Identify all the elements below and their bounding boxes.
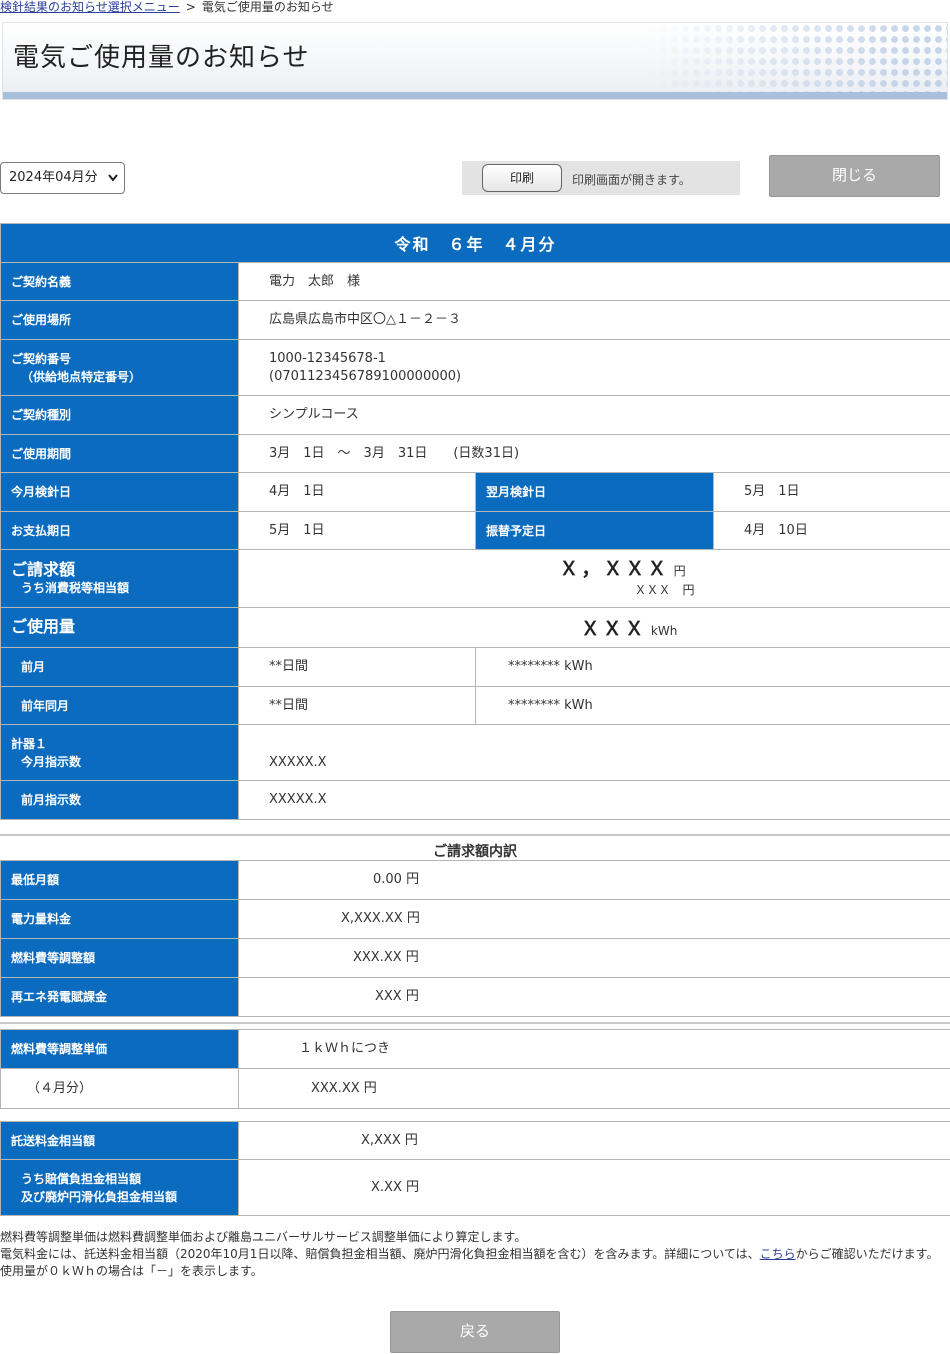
breadcrumb-separator: > [185,0,196,14]
page-header: 電気ご使用量のお知らせ [2,22,948,100]
breakdown-title: ご請求額内訳 [433,844,517,860]
this-meter-date-value: 4月 1日 [238,472,476,512]
usage-amount: ＸＸＸ [580,618,647,640]
transmission-value: X,XXX 円 [238,1121,950,1160]
compensation-label-line1: うち賠償負担金相当額 [21,1171,142,1186]
contract-name-value: 電力 太郎 様 [237,262,950,301]
contract-name-label: ご契約名義 [0,262,239,301]
breakdown-label: 最低月額 [0,860,239,900]
print-button[interactable]: 印刷 [482,164,562,192]
contract-number-label-main: ご契約番号 [11,351,72,366]
contract-number: 1000-12345678-1 [269,350,386,366]
fuel-unit-per-kwh: １ｋＷｈにつき [238,1029,950,1069]
note-line: 使用量が０ｋＷｈの場合は「－」を表示します。 [0,1264,263,1278]
back-button[interactable]: 戻る [390,1311,560,1353]
prev-year-days: **日間 [238,686,476,725]
note-line: 電気料金には、託送料金相当額（2020年10月1日以降、賠償負担金相当額、廃炉円… [0,1246,945,1263]
this-reading-value: XXXXX.X [237,724,950,781]
close-button[interactable]: 閉じる [769,155,940,197]
compensation-label-line2: 及び廃炉円滑化負担金相当額 [21,1189,178,1204]
fuel-unit-value: XXX.XX 円 [238,1068,950,1109]
breadcrumb-current: 電気ご使用量のお知らせ [201,0,334,14]
tax-amount: ＸＸＸ 円 [634,583,695,597]
location-label: ご使用場所 [0,300,239,340]
prev-month-days: **日間 [238,647,476,687]
prev-year-kwh: ******** kWh [474,686,950,725]
supply-point-number: (0701123456789100000000) [269,368,462,384]
note-line: 燃料費等調整単価は燃料費調整単価および離島ユニバーサルサービス調整単価により算定… [0,1230,527,1244]
details-link[interactable]: こちら [760,1247,796,1261]
usage-value: ＸＸＸ kWh [237,607,950,648]
contract-number-value: 1000-12345678-1 (0701123456789100000000) [237,339,950,396]
note-text: からご確認いただけます。 [795,1247,939,1261]
note-text: 電気料金には、託送料金相当額（2020年10月1日以降、賠償負担金相当額、廃炉円… [0,1247,760,1261]
breadcrumb-link-menu[interactable]: 検針結果のお知らせ選択メニュー [0,0,180,14]
usage-info-table: 令和 ６年 ４月分 ご契約名義 電力 太郎 様 ご使用場所 広島県広島市中区〇△… [0,223,950,820]
page-title: 電気ご使用量のお知らせ [13,43,310,73]
usage-period-value: 3月 1日 ～ 3月 31日 (日数31日) [237,434,950,473]
print-area: 印刷 印刷画面が開きます。 [462,161,740,195]
usage-period-label: ご使用期間 [0,434,239,473]
month-select-value: 2024年04月分 [9,170,98,185]
transmission-label: 託送料金相当額 [0,1121,239,1160]
header-dot-pattern [647,23,947,95]
month-select[interactable]: 2024年04月分 [0,162,125,194]
meter-label: 計器１ [11,736,48,751]
prev-month-label: 前月 [0,647,239,687]
this-reading-label: 今月指示数 [21,754,82,769]
breakdown-label: 電力量料金 [0,899,239,939]
prev-year-label: 前年同月 [0,686,239,725]
usage-label: ご使用量 [0,607,239,648]
notes: 燃料費等調整単価は燃料費調整単価および離島ユニバーサルサービス調整単価により算定… [0,1229,945,1280]
compensation-value: X.XX 円 [238,1159,950,1216]
chevron-down-icon [108,163,118,205]
contract-type-value: シンプルコース [237,395,950,435]
next-meter-date-value: 5月 1日 [712,472,950,512]
billing-amount: Ｘ，ＸＸＸ [559,558,670,580]
billing-amount-value: Ｘ，ＸＸＸ 円 ＸＸＸ 円 [237,549,950,608]
payment-due-label: お支払期日 [0,511,239,550]
payment-due-value: 5月 1日 [238,511,476,550]
fuel-unit-label: 燃料費等調整単価 [0,1029,239,1069]
prev-reading-value: XXXXX.X [237,780,950,820]
usage-label-text: ご使用量 [11,617,76,636]
prev-reading-label: 前月指示数 [0,780,239,820]
section-divider [0,834,950,836]
section-divider [0,1022,950,1024]
billing-label: ご請求額 [11,559,76,579]
compensation-label: うち賠償負担金相当額 及び廃炉円滑化負担金相当額 [0,1159,239,1216]
fuel-unit-table: 燃料費等調整単価 １ｋＷｈにつき （４月分） XXX.XX 円 [0,1029,950,1109]
transmission-table: 託送料金相当額 X,XXX 円 うち賠償負担金相当額 及び廃炉円滑化負担金相当額… [0,1121,950,1216]
prev-month-kwh: ******** kWh [474,647,950,687]
billing-unit: 円 [673,564,686,578]
this-meter-date-label: 今月検針日 [0,472,239,512]
transfer-date-label: 振替予定日 [475,511,714,550]
breakdown-label: 再エネ発電賦課金 [0,977,239,1017]
usage-unit: kWh [650,624,678,638]
billing-amount-label: ご請求額 うち消費税等相当額 [0,549,239,608]
contract-number-label: ご契約番号 （供給地点特定番号） [0,339,239,396]
transfer-date-value: 4月 10日 [712,511,950,550]
breakdown-value: X,XXX.XX 円 [238,899,950,939]
breakdown-value: XXX 円 [238,977,950,1017]
print-note: 印刷画面が開きます。 [572,173,691,187]
supply-point-label: （供給地点特定番号） [21,369,142,384]
breadcrumb: 検針結果のお知らせ選択メニュー > 電気ご使用量のお知らせ [0,0,334,14]
fuel-unit-month: （４月分） [0,1068,239,1109]
breakdown-table: 最低月額 0.00 円 電力量料金 X,XXX.XX 円 燃料費等調整額 XXX… [0,860,950,1017]
breakdown-value: 0.00 円 [238,860,950,900]
tax-amount-label: うち消費税等相当額 [21,580,130,595]
contract-type-label: ご契約種別 [0,395,239,435]
header-accent-bar [3,92,947,99]
meter-reading-label: 計器１ 今月指示数 [0,724,239,781]
breakdown-value: XXX.XX 円 [238,938,950,978]
next-meter-date-label: 翌月検針日 [475,472,714,512]
billing-month-title: 令和 ６年 ４月分 [0,223,950,263]
location-value: 広島県広島市中区〇△１－２－３ [237,300,950,340]
breakdown-label: 燃料費等調整額 [0,938,239,978]
